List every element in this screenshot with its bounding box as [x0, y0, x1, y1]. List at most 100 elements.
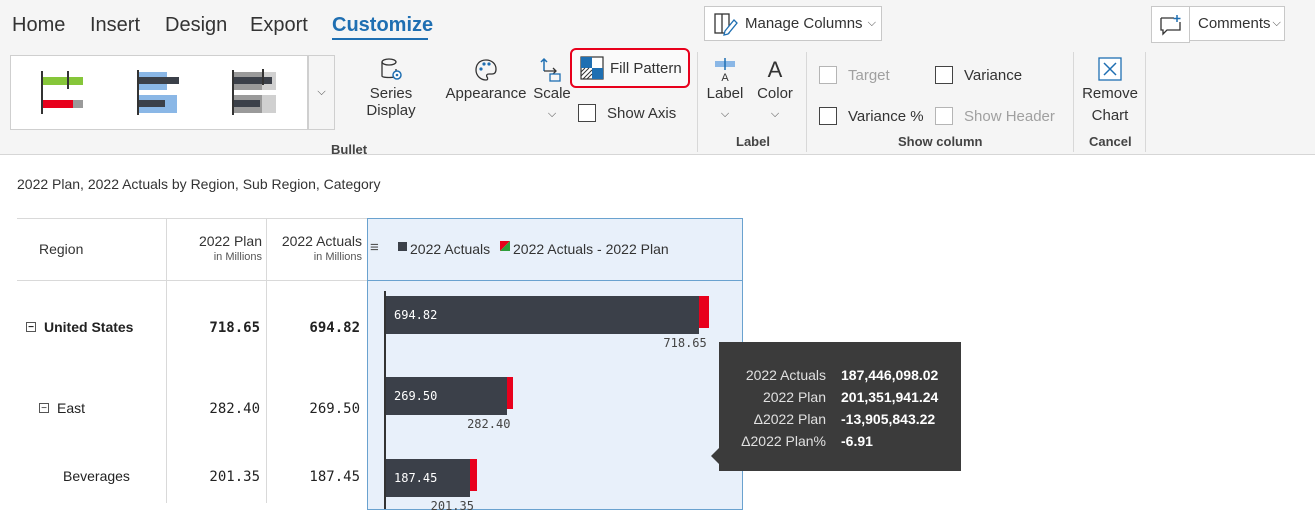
tab-home[interactable]: Home	[12, 14, 65, 37]
plan-column-header[interactable]: 2022 Plan in Millions	[170, 233, 262, 265]
series-display-label: Series Display	[366, 85, 416, 119]
data-label-icon: A	[715, 58, 735, 83]
comments-dropdown[interactable]: Comments ⌵	[1189, 6, 1285, 41]
bullet-style-thumbnails	[41, 69, 276, 115]
appearance-label: Appearance	[445, 85, 527, 102]
tooltip-value: 187,446,098.02	[841, 367, 939, 383]
tooltip-value: -6.91	[841, 433, 873, 449]
tab-insert[interactable]: Insert	[90, 14, 140, 37]
show-axis-checkbox-box[interactable]	[578, 104, 596, 122]
bullet-style-option-1[interactable]	[41, 71, 83, 114]
tooltip-key: Δ2022 Plan%	[741, 433, 826, 449]
variance-checkbox[interactable]: Variance	[935, 66, 1022, 84]
gallery-expand-button[interactable]: ⌵	[308, 55, 335, 130]
variance-pct-checkbox[interactable]: Variance %	[819, 107, 924, 125]
add-comment-icon	[1159, 14, 1181, 36]
actual-value-label: 694.82	[394, 308, 438, 322]
actual-value-label: 187.45	[394, 471, 438, 485]
collapse-icon[interactable]: −	[39, 403, 49, 414]
variance-bar	[698, 296, 710, 328]
chevron-down-icon: ⌵	[867, 17, 876, 29]
label-button[interactable]: A Label ⌵	[706, 57, 744, 121]
show-axis-label: Show Axis	[607, 104, 677, 122]
variance-legend-label: 2022 Actuals - 2022 Plan	[513, 241, 669, 257]
appearance-button[interactable]: Appearance	[445, 57, 527, 102]
column-divider	[166, 218, 167, 503]
plan-cell: 282.40	[209, 401, 260, 417]
tooltip-pointer	[711, 448, 719, 464]
row-label: East	[57, 400, 86, 416]
plan-cell: 201.35	[209, 469, 260, 485]
target-label: Target	[848, 66, 890, 84]
fill-pattern-button[interactable]: Fill Pattern	[570, 48, 690, 88]
color-button-label: Color	[757, 85, 793, 102]
column-divider	[266, 218, 267, 503]
column-menu-icon[interactable]: ≡	[370, 239, 379, 256]
chart-tooltip: 2022 Actuals 187,446,098.02 2022 Plan 20…	[719, 342, 961, 471]
plan-cell: 718.65	[209, 320, 260, 336]
scale-button[interactable]: Scale ⌵	[532, 57, 572, 121]
header-top-border	[17, 218, 367, 219]
tooltip-value: 201,351,941.24	[841, 389, 939, 405]
manage-columns-button[interactable]: Manage Columns ⌵	[704, 6, 882, 41]
chevron-down-icon: ⌵	[1272, 17, 1281, 29]
chevron-down-icon: ⌵	[547, 108, 557, 120]
actual-cell: 269.50	[309, 401, 360, 417]
actuals-legend-swatch	[398, 242, 407, 251]
series-display-icon	[381, 58, 402, 80]
tab-design[interactable]: Design	[165, 14, 227, 37]
tooltip-value: -13,905,843.22	[841, 411, 936, 427]
series-display-button[interactable]: Series Display	[345, 57, 437, 119]
chevron-down-icon: ⌵	[720, 108, 730, 120]
palette-icon	[475, 59, 497, 81]
add-comment-button[interactable]	[1151, 6, 1190, 43]
bullet-style-option-3[interactable]	[232, 69, 276, 115]
tooltip-key: Δ2022 Plan	[753, 411, 826, 427]
tab-export[interactable]: Export	[250, 14, 308, 37]
remove-chart-button[interactable]: Remove Chart	[1080, 57, 1140, 127]
close-icon	[1098, 57, 1122, 81]
variance-checkbox-box[interactable]	[935, 66, 953, 84]
chevron-down-icon: ⌵	[770, 108, 780, 120]
bullet-group-label: Bullet	[331, 142, 368, 157]
row-label: Beverages	[63, 468, 130, 484]
label-button-label: Label	[706, 85, 744, 102]
color-button[interactable]: A Color ⌵	[754, 57, 796, 121]
show-header-checkbox-box	[935, 107, 953, 125]
table-row-label[interactable]: Beverages	[63, 468, 130, 484]
fill-pattern-label: Fill Pattern	[610, 59, 682, 77]
ribbon: Home Insert Design Export Customize Mana…	[0, 0, 1315, 157]
svg-text:A: A	[768, 57, 783, 82]
variance-legend-swatch	[500, 241, 510, 251]
plan-header-label: 2022 Plan	[198, 233, 262, 249]
tab-customize[interactable]: Customize	[332, 14, 433, 37]
variance-pct-checkbox-box[interactable]	[819, 107, 837, 125]
chart-column[interactable]: ≡ 2022 Actuals 2022 Actuals - 2022 Plan …	[367, 218, 743, 513]
actual-cell: 187.45	[309, 469, 360, 485]
tooltip-key: 2022 Actuals	[745, 367, 826, 383]
chevron-down-icon: ⌵	[317, 86, 326, 98]
tooltip-key: 2022 Plan	[762, 389, 826, 405]
comments-label: Comments	[1198, 15, 1271, 32]
chart-header-border	[368, 280, 742, 281]
show-header-checkbox: Show Header	[935, 107, 1055, 125]
actuals-column-header[interactable]: 2022 Actuals in Millions	[270, 233, 362, 265]
cancel-group-label: Cancel	[1089, 134, 1132, 149]
table-row-label[interactable]: − United States	[26, 319, 133, 335]
bullet-style-gallery	[10, 55, 308, 130]
table-row-label[interactable]: − East	[39, 400, 85, 416]
actual-value-label: 269.50	[394, 389, 438, 403]
region-column-header[interactable]: Region	[39, 241, 83, 257]
show-axis-checkbox[interactable]: Show Axis	[578, 104, 676, 122]
manage-columns-icon	[714, 12, 738, 36]
group-divider	[806, 52, 807, 152]
scale-label: Scale	[533, 85, 571, 102]
target-checkbox: Target	[819, 66, 890, 84]
plan-header-unit: in Millions	[213, 251, 262, 263]
actuals-legend-label: 2022 Actuals	[410, 241, 491, 257]
bullet-style-option-2[interactable]	[137, 70, 179, 115]
collapse-icon[interactable]: −	[26, 322, 36, 333]
variance-bar	[470, 459, 477, 491]
show-column-group-label: Show column	[898, 134, 983, 149]
row-label: United States	[44, 319, 134, 335]
